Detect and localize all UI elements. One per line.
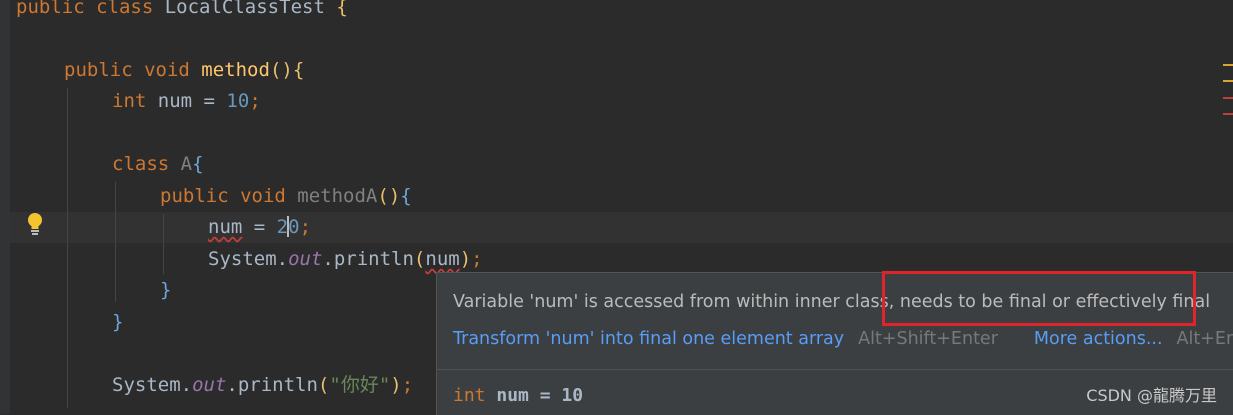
code-line-6[interactable]: class A{ <box>112 149 204 180</box>
code-line-4[interactable]: int num = 10; <box>112 86 261 117</box>
code-line-8[interactable]: num = 20; <box>208 212 311 243</box>
error-variable[interactable]: num <box>208 216 242 238</box>
indent-guide <box>163 214 164 274</box>
watermark: CSDN @龍腾万里 <box>1086 386 1217 405</box>
error-marker[interactable] <box>1223 97 1233 99</box>
shortcut-hint: Alt+Enter <box>1176 329 1233 349</box>
indent-guide <box>67 88 68 408</box>
quick-fix-actions: Transform 'num' into final one element a… <box>453 329 1233 349</box>
error-marker[interactable] <box>1223 113 1233 115</box>
code-line-10[interactable]: } <box>160 275 171 306</box>
warning-marker[interactable] <box>1223 64 1233 66</box>
divider <box>437 369 1233 370</box>
code-line-7[interactable]: public void methodA(){ <box>160 181 412 212</box>
code-line-13[interactable]: System.out.println("你好"); <box>112 370 413 401</box>
editor-gutter <box>0 0 10 414</box>
lightbulb-icon[interactable] <box>25 211 45 237</box>
error-variable[interactable]: num <box>425 248 459 270</box>
indent-guide <box>115 182 116 302</box>
transform-to-array-action[interactable]: Transform 'num' into final one element a… <box>453 329 844 349</box>
warning-marker[interactable] <box>1223 80 1233 82</box>
more-actions-link[interactable]: More actions... <box>1034 329 1163 349</box>
current-line-highlight <box>10 212 1233 243</box>
code-line-9[interactable]: System.out.println(num); <box>208 244 483 275</box>
code-line-1[interactable]: public class LocalClassTest { <box>16 0 348 23</box>
code-line-3[interactable]: public void method(){ <box>64 55 304 86</box>
code-line-11[interactable]: } <box>112 307 123 338</box>
declaration-preview: int num = 10 <box>453 385 584 406</box>
shortcut-hint: Alt+Shift+Enter <box>858 329 998 349</box>
annotation-highlight-box <box>882 271 1196 326</box>
